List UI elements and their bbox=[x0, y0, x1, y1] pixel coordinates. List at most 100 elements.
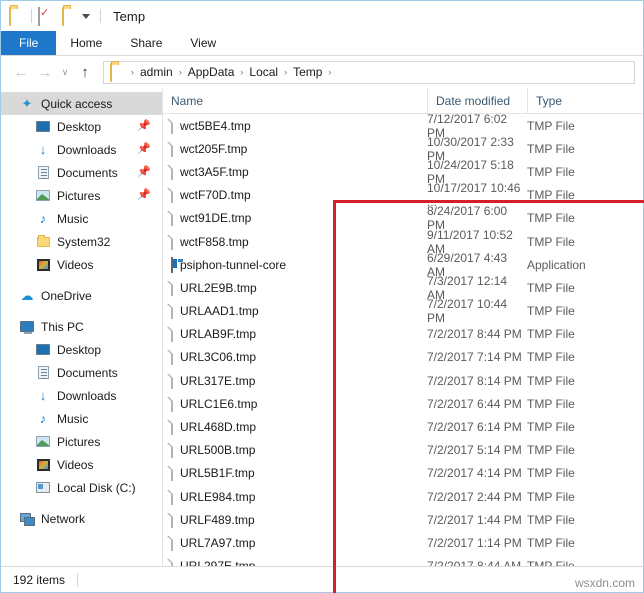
ribbon-tabs: File Home Share View bbox=[1, 31, 643, 56]
sidebar-item-desktop[interactable]: Desktop bbox=[1, 338, 162, 361]
file-date-cell: 7/2/2017 6:44 PM bbox=[427, 396, 522, 411]
music-icon: ♪ bbox=[39, 211, 47, 226]
breadcrumb-separator[interactable]: › bbox=[282, 67, 289, 77]
watermark-text: wsxdn.com bbox=[574, 576, 635, 590]
tab-home[interactable]: Home bbox=[56, 31, 116, 55]
sidebar-item-network[interactable]: Network bbox=[1, 507, 162, 530]
table-row[interactable]: wct3A5F.tmp 10/24/2017 5:18 PM TMP File bbox=[163, 158, 643, 186]
table-row[interactable]: URL317E.tmp 7/2/2017 8:14 PM TMP File bbox=[163, 369, 643, 392]
sidebar-item-label: Documents bbox=[57, 365, 118, 380]
table-row[interactable]: URL2E9B.tmp 7/3/2017 12:14 AM TMP File bbox=[163, 274, 643, 302]
breadcrumb-item-admin[interactable]: admin bbox=[136, 65, 177, 79]
sidebar-item-label: Videos bbox=[57, 257, 94, 272]
table-row[interactable]: wct205F.tmp 10/30/2017 2:33 PM TMP File bbox=[163, 134, 643, 163]
file-date-cell: 7/2/2017 8:44 PM bbox=[427, 327, 522, 342]
tab-view[interactable]: View bbox=[176, 31, 230, 55]
file-date-cell: 7/2/2017 8:14 PM bbox=[427, 373, 522, 388]
table-row[interactable]: wctF70D.tmp 10/17/2017 10:46 ... TMP File bbox=[163, 181, 643, 210]
table-row[interactable]: URLE984.tmp 7/2/2017 2:44 PM TMP File bbox=[163, 485, 643, 508]
file-date-cell: 7/2/2017 7:14 PM bbox=[427, 350, 522, 365]
breadcrumb-item-temp[interactable]: Temp bbox=[289, 65, 326, 79]
file-date-cell: 10/30/2017 2:33 PM bbox=[427, 134, 514, 163]
file-date-cell: 10/17/2017 10:46 ... bbox=[427, 181, 521, 210]
new-folder-icon[interactable] bbox=[62, 7, 78, 26]
sidebar-item-desktop[interactable]: Desktop 📌 bbox=[1, 115, 162, 138]
pin-icon[interactable]: 📌 bbox=[137, 166, 151, 178]
documents-icon bbox=[35, 165, 51, 181]
file-name-cell: URL3C06.tmp bbox=[163, 346, 427, 369]
sidebar-item-pictures[interactable]: Pictures 📌 bbox=[1, 184, 162, 207]
table-row[interactable]: URLC1E6.tmp 7/2/2017 6:44 PM TMP File bbox=[163, 392, 643, 415]
file-rows[interactable]: wct5BE4.tmp 7/12/2017 6:02 PM TMP File wct2… bbox=[163, 114, 643, 566]
file-name-label: wctF858.tmp bbox=[180, 234, 249, 249]
table-row[interactable]: URL468D.tmp 7/2/2017 6:14 PM TMP File bbox=[163, 415, 643, 438]
tab-share[interactable]: Share bbox=[116, 31, 176, 55]
pin-icon[interactable]: 📌 bbox=[137, 189, 151, 201]
sidebar-item-pictures[interactable]: Pictures bbox=[1, 430, 162, 453]
desktop-icon bbox=[35, 342, 51, 358]
breadcrumb-separator[interactable]: › bbox=[326, 67, 333, 77]
file-name-label: wct3A5F.tmp bbox=[180, 164, 249, 179]
tab-file[interactable]: File bbox=[1, 31, 57, 55]
table-row[interactable]: URLAB9F.tmp 7/2/2017 8:44 PM TMP File bbox=[163, 323, 643, 346]
file-name-label: wct5BE4.tmp bbox=[180, 118, 251, 133]
sidebar-item-videos[interactable]: Videos bbox=[1, 253, 162, 276]
file-name-cell: URL500B.tmp bbox=[163, 439, 427, 462]
column-header-name[interactable]: Name bbox=[163, 88, 427, 113]
folder-icon bbox=[35, 234, 51, 250]
breadcrumb[interactable]: › admin › AppData › Local › Temp › bbox=[103, 60, 635, 84]
folder-properties-icon[interactable] bbox=[9, 7, 25, 26]
sidebar-item-music[interactable]: ♪ Music bbox=[1, 407, 162, 430]
properties-icon[interactable] bbox=[38, 7, 54, 26]
sidebar-item-downloads[interactable]: ↓ Downloads 📌 bbox=[1, 138, 162, 161]
back-icon[interactable]: ← bbox=[9, 60, 33, 84]
sidebar-item-onedrive[interactable]: ☁ OneDrive bbox=[1, 284, 162, 307]
sidebar-item-videos[interactable]: Videos bbox=[1, 453, 162, 476]
up-icon[interactable]: ↑ bbox=[73, 60, 97, 84]
file-type-cell: TMP File bbox=[527, 466, 575, 481]
file-name-label: URL3C06.tmp bbox=[180, 350, 257, 365]
file-name-cell: URL297E.tmp bbox=[163, 555, 427, 566]
sidebar-item-this-pc[interactable]: This PC bbox=[1, 315, 162, 338]
breadcrumb-separator[interactable]: › bbox=[129, 67, 136, 77]
sidebar-item-documents[interactable]: Documents 📌 bbox=[1, 161, 162, 184]
breadcrumb-separator[interactable]: › bbox=[238, 67, 245, 77]
tmp-file-icon bbox=[171, 558, 173, 566]
file-name-cell: wctF858.tmp bbox=[163, 230, 427, 253]
table-row[interactable]: URL297E.tmp 7/2/2017 8:44 AMTMP File bbox=[163, 555, 643, 566]
tmp-file-icon bbox=[171, 511, 173, 528]
table-row[interactable]: URLAAD1.tmp 7/2/2017 10:44 PM TMP File bbox=[163, 297, 643, 325]
breadcrumb-separator[interactable]: › bbox=[177, 67, 184, 77]
sidebar-item-quick-access[interactable]: ✦ Quick access bbox=[1, 92, 162, 115]
pin-icon[interactable]: 📌 bbox=[137, 143, 151, 155]
table-row[interactable]: wct5BE4.tmp 7/12/2017 6:02 PM TMP File bbox=[163, 114, 643, 140]
sidebar-item-local-disk-c[interactable]: Local Disk (C:) bbox=[1, 476, 162, 499]
customize-chevron-icon[interactable] bbox=[82, 13, 90, 19]
table-row[interactable]: URL3C06.tmp 7/2/2017 7:14 PM TMP File bbox=[163, 346, 643, 369]
sidebar-item-system32[interactable]: System32 bbox=[1, 230, 162, 253]
table-row[interactable]: psiphon-tunnel-core 6/29/2017 4:43 AM Appl… bbox=[163, 251, 643, 279]
file-name-label: URL7A97.tmp bbox=[180, 535, 256, 550]
table-row[interactable]: URLF489.tmp 7/2/2017 1:44 PM TMP File bbox=[163, 508, 643, 531]
tmp-file-icon bbox=[171, 326, 173, 343]
tmp-file-icon bbox=[171, 442, 173, 459]
file-name-cell: URLC1E6.tmp bbox=[163, 392, 427, 415]
table-row[interactable]: URL500B.tmp 7/2/2017 5:14 PM TMP File bbox=[163, 439, 643, 462]
breadcrumb-item-appdata[interactable]: AppData bbox=[184, 65, 239, 79]
table-row[interactable]: URL7A97.tmp 7/2/2017 1:14 PM TMP File bbox=[163, 531, 643, 554]
table-row[interactable]: wctF858.tmp 9/11/2017 10:52 AM TMP File bbox=[163, 228, 643, 256]
tmp-file-icon bbox=[171, 233, 173, 250]
pin-icon[interactable]: 📌 bbox=[137, 120, 151, 132]
column-header-type[interactable]: Type bbox=[527, 88, 627, 113]
forward-icon[interactable]: → bbox=[33, 60, 57, 84]
table-row[interactable]: URL5B1F.tmp 7/2/2017 4:14 PM TMP File bbox=[163, 462, 643, 485]
sidebar-item-music[interactable]: ♪ Music bbox=[1, 207, 162, 230]
sidebar-item-label: Music bbox=[57, 211, 89, 226]
breadcrumb-item-local[interactable]: Local bbox=[245, 65, 282, 79]
sidebar-item-label: Desktop bbox=[57, 119, 102, 134]
recent-locations-icon[interactable]: ∨ bbox=[57, 60, 73, 84]
sidebar-item-documents[interactable]: Documents bbox=[1, 361, 162, 384]
column-header-date-modified[interactable]: Date modified bbox=[427, 88, 527, 113]
table-row[interactable]: wct91DE.tmp 8/24/2017 6:00 PM TMP File bbox=[163, 204, 643, 232]
sidebar-item-downloads[interactable]: ↓ Downloads bbox=[1, 384, 162, 407]
